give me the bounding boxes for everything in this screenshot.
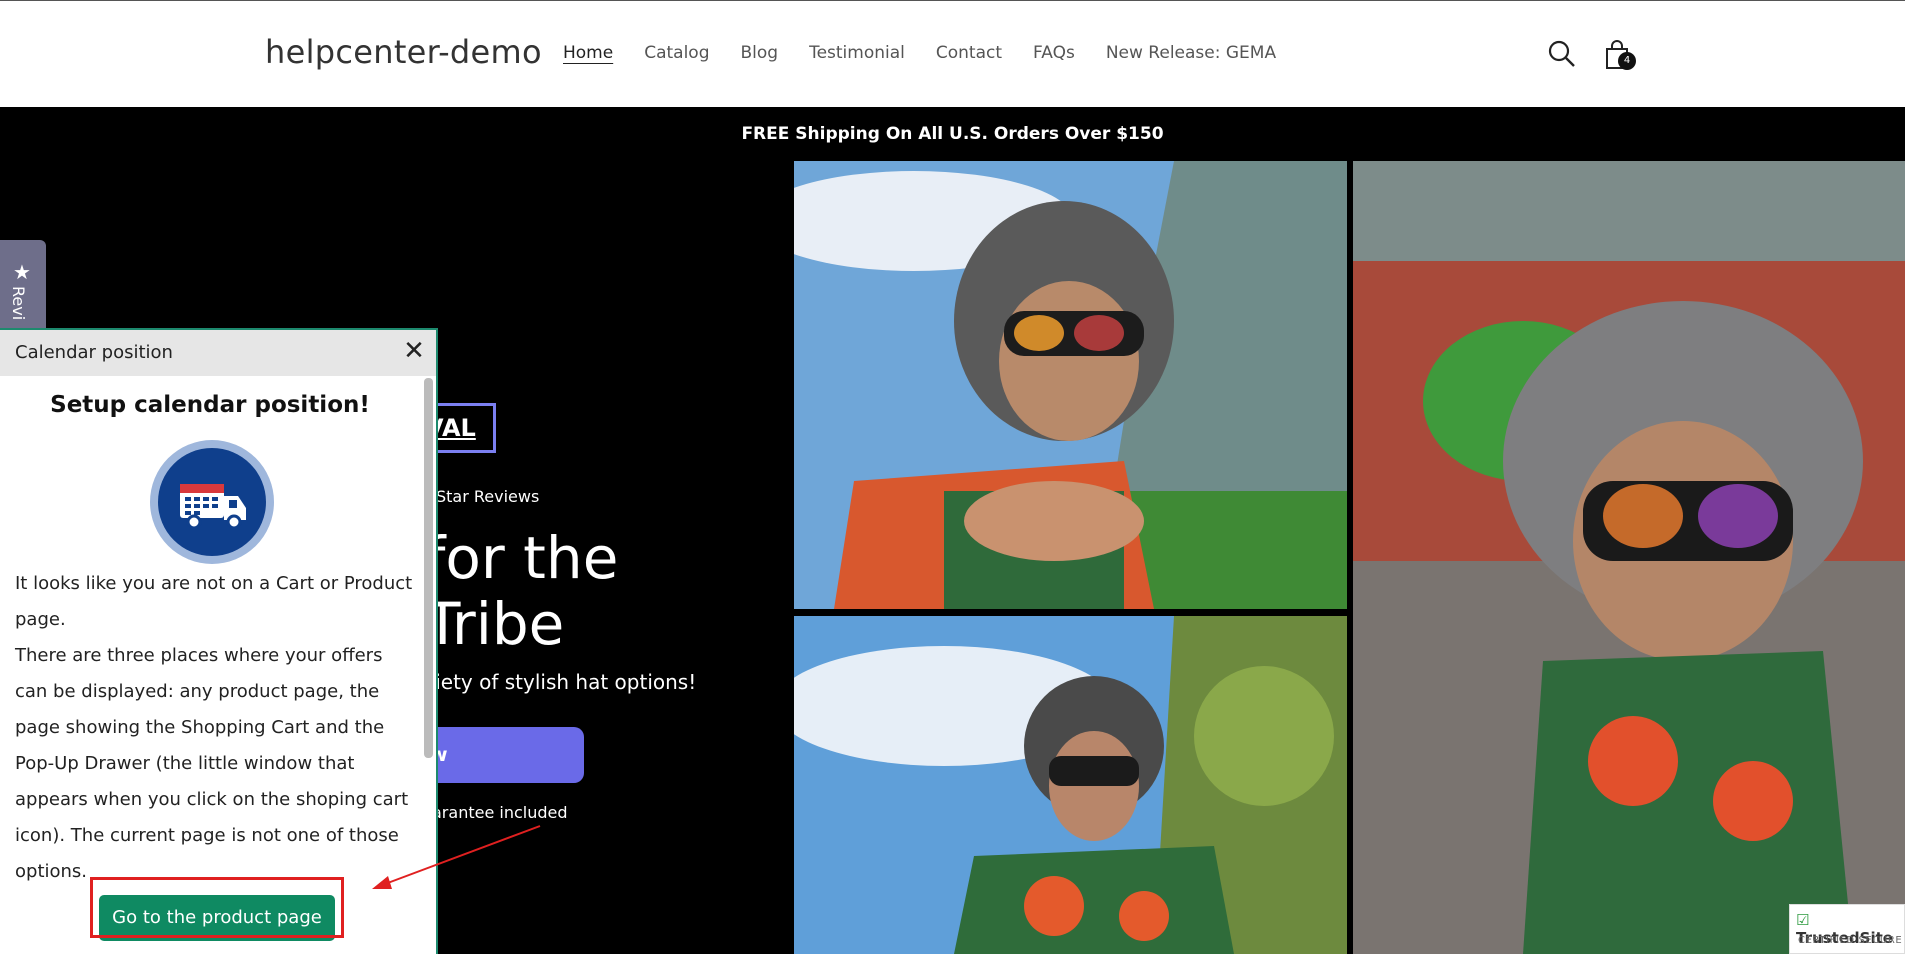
cart-count-badge: 4	[1618, 52, 1636, 70]
nav-catalog[interactable]: Catalog	[644, 43, 709, 63]
nav-blog[interactable]: Blog	[741, 43, 779, 63]
popup-title: Calendar position	[15, 342, 173, 363]
hero-stars-line: Star Reviews	[436, 487, 540, 506]
hero-photo-3	[1353, 161, 1905, 954]
hero-heading-line1: for the	[425, 524, 619, 592]
trustedsite-badge[interactable]: ☑ TrustedSite CERTIFIED SECURE	[1789, 904, 1905, 954]
site-logo[interactable]: helpcenter-demo	[265, 33, 542, 71]
hero-subtitle: riety of stylish hat options!	[427, 670, 697, 694]
nav-home[interactable]: Home	[563, 43, 613, 63]
main-nav: Home Catalog Blog Testimonial Contact FA…	[563, 43, 1307, 63]
popup-paragraph-1: It looks like you are not on a Cart or P…	[15, 573, 413, 630]
announcement-bar: FREE Shipping On All U.S. Orders Over $1…	[741, 124, 1164, 144]
checkmark-icon: ☑	[1796, 911, 1810, 929]
popup-scrollbar[interactable]	[424, 378, 433, 758]
hero-heading: for the Tribe	[425, 525, 618, 657]
delivery-truck-calendar-icon	[150, 440, 274, 564]
popup-header: Calendar position ✕	[0, 330, 436, 376]
highlight-box	[90, 877, 344, 938]
reviews-tab-label: Revi	[9, 286, 28, 321]
site-header: helpcenter-demo Home Catalog Blog Testim…	[0, 1, 1905, 107]
calendar-position-popup: Calendar position ✕ Setup calendar posit…	[0, 328, 438, 954]
popup-heading: Setup calendar position!	[50, 392, 370, 418]
nav-faqs[interactable]: FAQs	[1033, 43, 1075, 63]
nav-contact[interactable]: Contact	[936, 43, 1002, 63]
hero-heading-line2: Tribe	[425, 590, 565, 658]
star-icon: ★	[13, 260, 31, 284]
hero-photo-2	[794, 616, 1347, 954]
nav-new-release[interactable]: New Release: GEMA	[1106, 43, 1276, 63]
hero-guarantee: arantee included	[432, 803, 568, 822]
search-icon[interactable]	[1547, 39, 1577, 69]
popup-paragraph-2: There are three places where your offers…	[15, 645, 409, 882]
hero-photo-1	[794, 161, 1347, 609]
nav-testimonial[interactable]: Testimonial	[809, 43, 905, 63]
close-icon[interactable]: ✕	[401, 338, 427, 364]
popup-body: It looks like you are not on a Cart or P…	[15, 566, 415, 890]
trusted-subtitle: CERTIFIED SECURE	[1798, 935, 1903, 946]
